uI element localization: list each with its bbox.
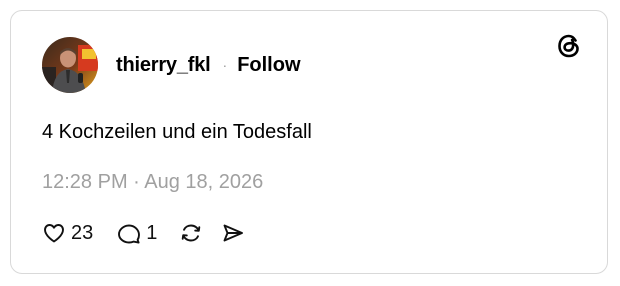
- avatar[interactable]: [42, 37, 98, 93]
- follow-button[interactable]: Follow: [237, 54, 300, 77]
- post-timestamp[interactable]: 12:28 PM · Aug 18, 2026: [42, 171, 263, 194]
- post-card: thierry_fkl · Follow 4 Kochzeilen und ei…: [10, 10, 608, 274]
- like-button[interactable]: 23: [42, 221, 93, 245]
- share-button[interactable]: [221, 221, 245, 245]
- reply-count: 1: [146, 221, 158, 244]
- repost-button[interactable]: [179, 221, 203, 245]
- like-count: 23: [71, 221, 94, 244]
- heart-icon: [42, 221, 66, 245]
- header-separator: ·: [222, 57, 228, 73]
- comment-bubble-icon: [117, 221, 141, 245]
- send-icon: [221, 221, 245, 245]
- post-text: 4 Kochzeilen und ein Todesfall: [42, 121, 312, 143]
- username[interactable]: thierry_fkl: [116, 54, 211, 77]
- reply-button[interactable]: 1: [117, 221, 157, 245]
- repost-icon: [179, 221, 203, 245]
- action-bar: 23 1: [42, 219, 245, 247]
- post-header: thierry_fkl · Follow: [42, 37, 301, 93]
- threads-logo-icon[interactable]: [555, 32, 583, 60]
